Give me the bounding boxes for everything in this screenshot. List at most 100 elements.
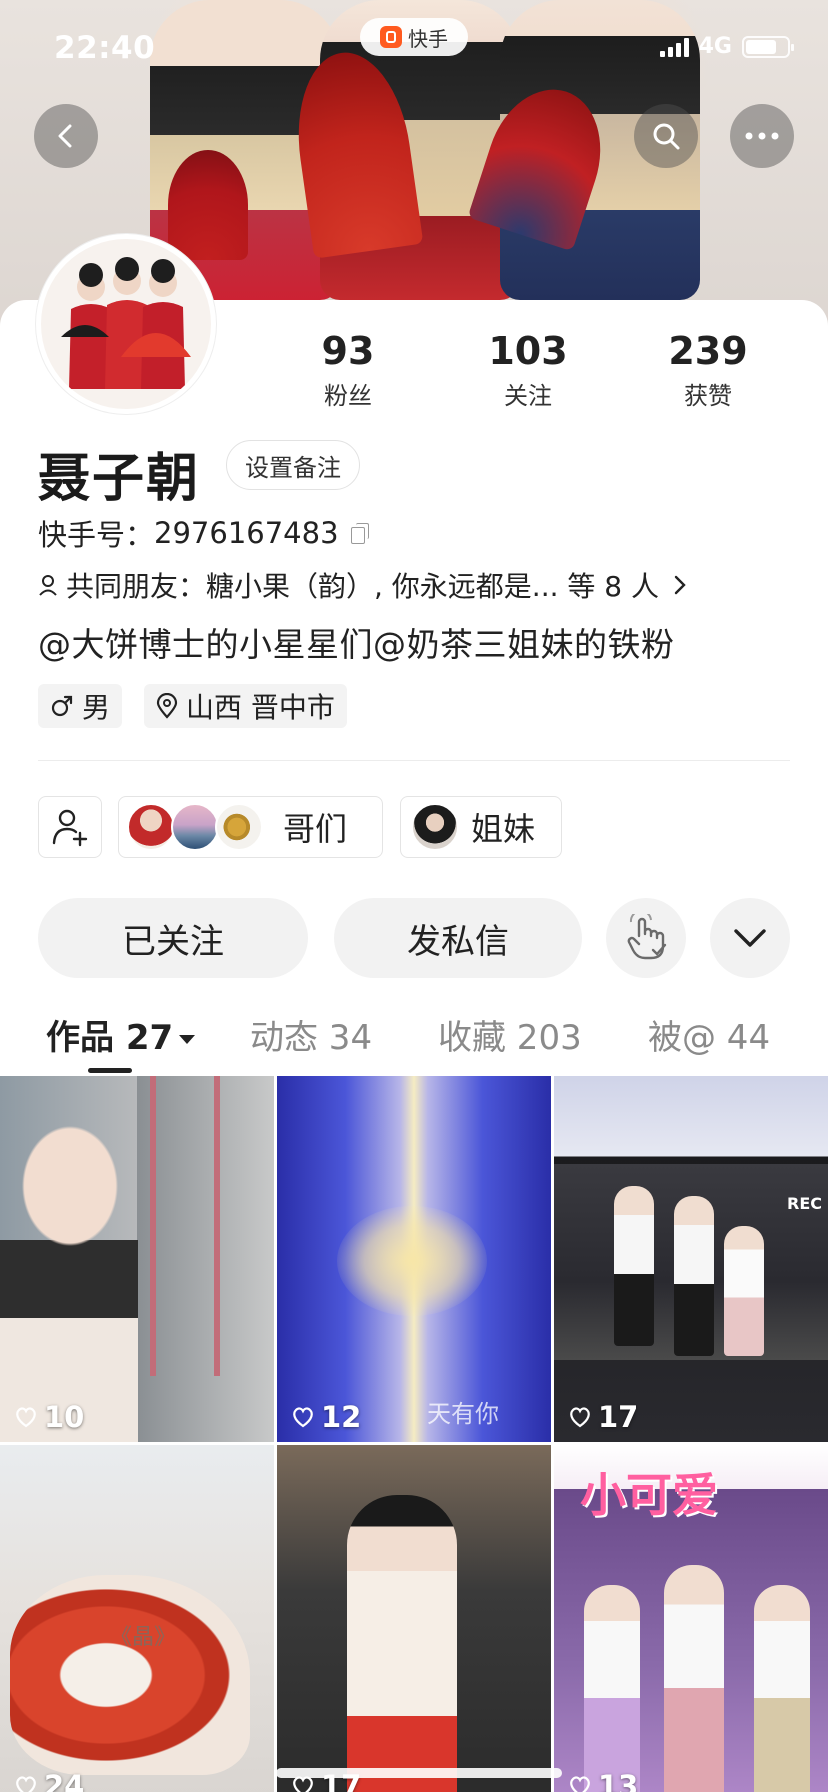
more-dots-icon xyxy=(745,132,779,140)
video-thumbnail[interactable]: 17 xyxy=(277,1445,551,1792)
thumb-chair xyxy=(150,1076,220,1376)
set-remark-button[interactable]: 设置备注 xyxy=(226,440,360,490)
thumb-performer xyxy=(347,1495,457,1792)
video-thumbnail[interactable]: 天有你 12 xyxy=(277,1076,551,1442)
avatar[interactable] xyxy=(36,234,216,414)
video-thumbnail[interactable]: 10 xyxy=(0,1076,274,1442)
video-overlay-text: 天有你 xyxy=(427,1400,499,1428)
avatar-image xyxy=(41,239,211,409)
followers-label: 粉丝 xyxy=(324,382,372,410)
followed-button[interactable]: 已关注 xyxy=(38,898,308,978)
heart-icon xyxy=(16,1407,36,1428)
video-overlay-text: 小可爱 xyxy=(580,1468,718,1522)
followers-count: 93 xyxy=(321,329,375,373)
person-icon xyxy=(39,575,57,596)
video-likes-count: 24 xyxy=(44,1769,85,1792)
video-likes: 13 xyxy=(568,1769,638,1792)
following-count: 103 xyxy=(488,329,568,373)
video-thumbnail[interactable]: REC 17 xyxy=(554,1076,828,1442)
kuaishou-id-label: 快手号： xyxy=(38,518,155,552)
gender-tag: 男 xyxy=(38,684,123,728)
group-brothers[interactable]: 哥们 xyxy=(118,796,383,858)
video-likes-count: 17 xyxy=(598,1400,639,1434)
video-overlay-text: REC xyxy=(787,1194,822,1213)
app-badge[interactable]: 快手 xyxy=(360,18,468,56)
likes-count: 239 xyxy=(668,329,748,373)
search-icon xyxy=(653,123,680,150)
thumb-performer xyxy=(584,1585,640,1792)
male-icon xyxy=(51,695,73,717)
thumb-performer xyxy=(614,1186,654,1346)
thumb-performer xyxy=(664,1565,724,1792)
heart-icon xyxy=(570,1407,590,1428)
tab-favorites[interactable]: 收藏 203 xyxy=(438,1010,582,1059)
thumb-performer xyxy=(674,1196,714,1356)
chevron-down-icon xyxy=(734,929,766,947)
mutual-friends-row[interactable]: 共同朋友：糖小果（韵）, 你永远都是... 等 8 人 xyxy=(38,565,768,605)
back-button[interactable] xyxy=(34,104,98,168)
home-indicator[interactable] xyxy=(276,1768,562,1778)
more-button[interactable] xyxy=(730,104,794,168)
group-member-avatar xyxy=(215,803,263,851)
network-type: 4G xyxy=(698,34,732,59)
likes-stat[interactable]: 239 获赞 xyxy=(618,328,798,411)
following-label: 关注 xyxy=(504,382,552,410)
kuaishou-logo-icon xyxy=(380,26,402,48)
chevron-left-icon xyxy=(58,124,72,148)
location-label: 山西 晋中市 xyxy=(186,691,335,724)
banner-fan-left xyxy=(168,150,248,260)
gender-label: 男 xyxy=(82,691,111,724)
status-time: 22:40 xyxy=(54,30,156,66)
likes-label: 获赞 xyxy=(684,382,732,410)
copy-icon[interactable] xyxy=(350,523,369,544)
group-label: 哥们 xyxy=(283,810,348,848)
kuaishou-id-value: 2976167483 xyxy=(154,516,339,550)
group-member-avatar xyxy=(171,803,219,851)
group-member-avatar xyxy=(127,803,175,851)
thumb-glow xyxy=(337,1206,487,1316)
tab-works[interactable]: 作品 27 xyxy=(46,1010,196,1059)
signal-icon xyxy=(659,37,689,57)
location-pin-icon xyxy=(156,693,178,719)
video-thumbnail[interactable]: 《晶》 24 xyxy=(0,1445,274,1792)
divider xyxy=(38,760,790,761)
followers-stat[interactable]: 93 粉丝 xyxy=(258,328,438,411)
video-likes-count: 13 xyxy=(598,1769,639,1792)
send-message-button[interactable]: 发私信 xyxy=(334,898,582,978)
heart-icon xyxy=(16,1776,36,1792)
video-grid: 10 天有你 12 REC 17 《晶》 24 17 小可爱 13 xyxy=(0,1076,828,1792)
group-label: 姐妹 xyxy=(471,810,536,848)
heart-icon xyxy=(293,1407,313,1428)
group-sisters[interactable]: 姐妹 xyxy=(400,796,562,858)
thumb-performer xyxy=(724,1226,764,1356)
video-likes: 10 xyxy=(14,1400,84,1434)
tab-mentions[interactable]: 被@ 44 xyxy=(648,1010,770,1059)
heart-icon xyxy=(570,1776,590,1792)
status-icons: 4G xyxy=(659,34,794,59)
profile-bio: @大饼博士的小星星们@奶茶三姐妹的铁粉 xyxy=(38,625,675,664)
video-thumbnail[interactable]: 小可爱 13 xyxy=(554,1445,828,1792)
profile-stats: 93 粉丝 103 关注 239 获赞 xyxy=(258,328,798,411)
group-member-avatar xyxy=(411,803,459,851)
tab-moments[interactable]: 动态 34 xyxy=(250,1010,372,1059)
poke-button[interactable] xyxy=(606,898,686,978)
video-likes: 24 xyxy=(14,1769,84,1792)
location-tag: 山西 晋中市 xyxy=(144,684,347,728)
add-friend-button[interactable] xyxy=(38,796,102,858)
kuaishou-id[interactable]: 快手号： 2976167483 xyxy=(38,512,369,554)
search-button[interactable] xyxy=(634,104,698,168)
profile-page: 22:40 4G 快手 93 粉丝 103 关注 239 获赞 聂子朝 设置备注… xyxy=(0,0,828,1792)
video-overlay-text: 《晶》 xyxy=(110,1625,177,1650)
active-tab-indicator xyxy=(88,1068,132,1073)
mutual-friends-text: 共同朋友：糖小果（韵）, 你永远都是... 等 8 人 xyxy=(66,570,660,603)
thumb-performer xyxy=(754,1585,810,1792)
video-likes-count: 12 xyxy=(321,1400,362,1434)
following-stat[interactable]: 103 关注 xyxy=(438,328,618,411)
profile-name: 聂子朝 xyxy=(38,449,201,509)
thumb-figure xyxy=(0,1116,138,1442)
content-tabs: 作品 27 动态 34 收藏 203 被@ 44 xyxy=(0,1010,828,1076)
caret-down-icon[interactable] xyxy=(179,1035,196,1044)
battery-level xyxy=(746,39,776,54)
add-person-icon xyxy=(52,809,88,847)
expand-button[interactable] xyxy=(710,898,790,978)
